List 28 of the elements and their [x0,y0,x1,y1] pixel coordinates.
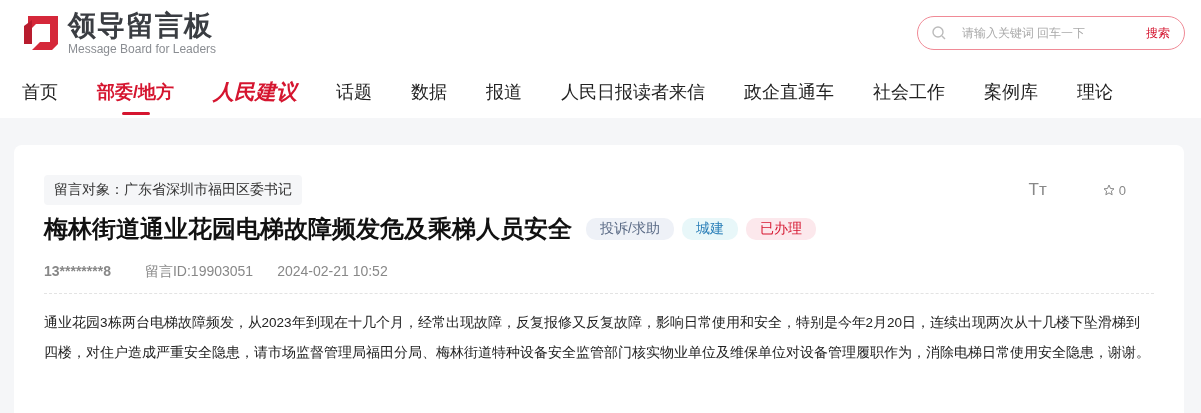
nav-tab[interactable]: 报道 [486,66,522,118]
tag: 已办理 [745,218,816,240]
nav-tab[interactable]: 政企直通车 [744,66,834,118]
author: 13********8 [44,263,111,281]
nav-tab[interactable]: 理论 [1077,66,1113,118]
brand-link[interactable]: 人民建议 [213,66,297,118]
favorite-button[interactable]: 0 [1102,182,1126,198]
message-target: 留言对象：广东省深圳市福田区委书记 [44,175,302,205]
nav-tab[interactable]: 社会工作 [873,66,945,118]
nav-tab[interactable]: 部委/地方 [97,66,174,118]
tag: 投诉/求助 [586,218,674,240]
nav-tab[interactable]: 首页 [22,66,58,118]
logo-icon [22,14,60,52]
message-id: 留言ID:19903051 [144,263,254,281]
message-title: 梅林街道通业花园电梯故障频发危及乘梯人员安全 [44,214,572,244]
message-body: 通业花园3栋两台电梯故障频发，从2023年到现在十几个月，经常出现故障，反复报修又反复故障，影响日常使用和安全，特别是今年2月20日，连续出现两次从十几楼下坠滑梯到四楼，对住户造成严重安全隐患，请市场监督管理局福田分局、梅林街道特种设备安全监管部门核实物业单位及维保单位对设备管理履职作为，消除电梯日常使用安全隐患，谢谢。 [44,314,1151,362]
font-size-button[interactable]: Tт [1028,180,1047,200]
logo-title: 领导留言板 [68,10,214,42]
nav-tab[interactable]: 话题 [336,66,372,118]
logo-subtitle: Message Board for Leaders [68,42,217,56]
nav-tab[interactable]: 案例库 [984,66,1038,118]
nav-tab[interactable]: 人民日报读者来信 [561,66,705,118]
star-icon [1102,184,1115,196]
tag: 城建 [681,218,738,240]
nav-tab[interactable]: 数据 [411,66,447,118]
search-icon [932,26,946,40]
timestamp: 2024-02-21 10:52 [277,263,388,281]
search-button[interactable]: 搜索 [1146,24,1170,42]
